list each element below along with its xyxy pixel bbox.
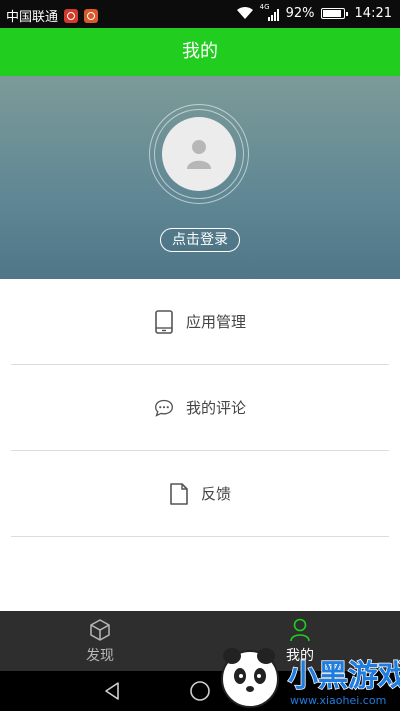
weibo-notification-icon bbox=[64, 8, 79, 23]
profile-section: 点击登录 bbox=[0, 76, 400, 279]
battery-icon bbox=[320, 7, 348, 19]
carrier-name: 中国联通 bbox=[6, 10, 59, 25]
menu-item-app-management[interactable]: 应用管理 bbox=[0, 279, 400, 364]
document-icon bbox=[169, 482, 189, 506]
default-user-icon bbox=[187, 140, 211, 169]
avatar[interactable] bbox=[162, 117, 236, 191]
signal-icon: 4G bbox=[260, 3, 280, 21]
clock: 14:21 bbox=[354, 5, 392, 21]
phone-icon bbox=[154, 309, 174, 334]
app-notification-icon bbox=[84, 8, 99, 23]
back-icon[interactable] bbox=[100, 679, 124, 703]
tab-discover[interactable]: 发现 bbox=[0, 611, 200, 671]
status-bar: 中国联通 4G 92% 14:21 bbox=[0, 0, 400, 28]
menu-item-label: 应用管理 bbox=[185, 313, 246, 331]
status-left: 中国联通 bbox=[6, 6, 99, 25]
menu-item-label: 反馈 bbox=[200, 485, 231, 503]
wifi-icon bbox=[236, 6, 253, 19]
login-button[interactable]: 点击登录 bbox=[160, 228, 240, 252]
menu-item-feedback[interactable]: 反馈 bbox=[0, 451, 400, 536]
page-title: 我的 bbox=[182, 41, 218, 62]
tab-label: 发现 bbox=[86, 648, 114, 664]
svg-text:www.xiaohei.com: www.xiaohei.com bbox=[290, 694, 386, 707]
battery-percent: 92% bbox=[285, 5, 315, 21]
watermark: 小黑游戏 www.xiaohei.com bbox=[212, 634, 400, 711]
menu-item-my-comments[interactable]: 我的评论 bbox=[0, 365, 400, 450]
divider bbox=[11, 536, 389, 537]
menu-list: 应用管理 我的评论 反馈 bbox=[0, 279, 400, 537]
svg-text:小黑游戏: 小黑游戏 bbox=[288, 659, 400, 694]
comment-icon bbox=[154, 396, 174, 420]
status-right: 4G 92% 14:21 bbox=[236, 3, 392, 21]
home-icon[interactable] bbox=[188, 679, 212, 703]
app-header: 我的 bbox=[0, 28, 400, 76]
box-icon bbox=[0, 618, 200, 642]
menu-item-label: 我的评论 bbox=[185, 399, 246, 417]
